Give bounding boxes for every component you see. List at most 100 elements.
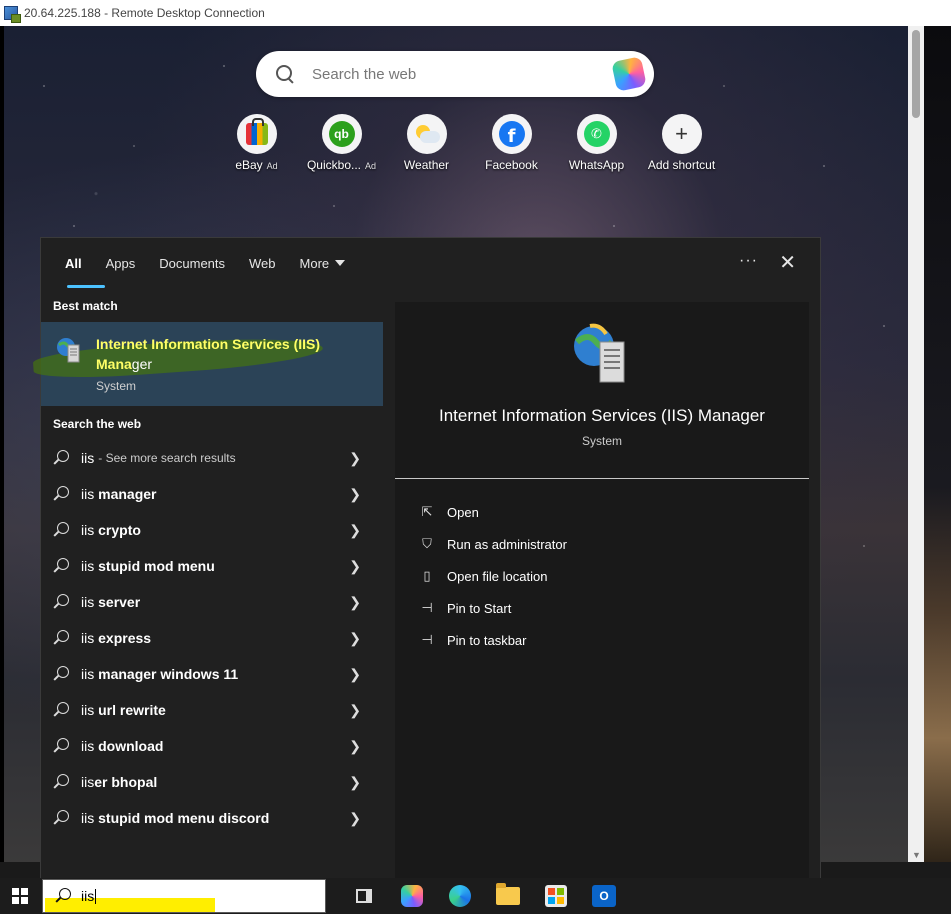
search-icon	[53, 630, 69, 646]
best-match-heading: Best match	[53, 299, 118, 313]
search-icon	[53, 774, 69, 790]
action-run-as-administrator[interactable]: ⛉ Run as administrator	[417, 528, 567, 560]
shortcut-facebook[interactable]: f Facebook	[469, 114, 554, 172]
store-button[interactable]	[532, 878, 580, 914]
search-icon	[53, 522, 69, 538]
web-results-list: iis - See more search results ❯ iis manager…	[41, 440, 383, 836]
search-icon	[53, 702, 69, 718]
search-icon	[53, 558, 69, 574]
window-title: 20.64.225.188 - Remote Desktop Connectio…	[24, 6, 265, 20]
shortcut-whatsapp[interactable]: ✆ WhatsApp	[554, 114, 639, 172]
preview-actions: ⇱ Open ⛉ Run as administrator ▯ Open file loc…	[417, 496, 567, 656]
web-result-item[interactable]: iis - See more search results ❯	[41, 440, 383, 476]
taskbar-search-field[interactable]: iis	[42, 879, 326, 913]
web-result-item[interactable]: iis manager ❯	[41, 476, 383, 512]
chevron-right-icon: ❯	[349, 630, 361, 646]
scrollbar-thumb[interactable]	[912, 30, 920, 118]
taskbar-apps: O	[340, 878, 628, 914]
iis-manager-large-icon	[574, 323, 625, 383]
web-result-item[interactable]: iis url rewrite ❯	[41, 692, 383, 728]
edge-button[interactable]	[436, 878, 484, 914]
tab-web[interactable]: Web	[237, 238, 288, 288]
open-icon: ⇱	[421, 504, 433, 520]
copilot-icon	[401, 885, 423, 907]
tab-apps[interactable]: Apps	[94, 238, 148, 288]
tab-all[interactable]: All	[53, 238, 105, 288]
best-match-type: System	[96, 379, 137, 393]
wallpaper-edge	[924, 26, 951, 864]
search-icon	[53, 594, 69, 610]
action-pin-to-taskbar[interactable]: ⊣ Pin to taskbar	[417, 624, 567, 656]
search-web-heading: Search the web	[53, 417, 142, 431]
tab-more[interactable]: More	[288, 238, 358, 288]
action-open-file-location[interactable]: ▯ Open file location	[417, 560, 567, 592]
start-search-panel: All Apps Documents Web More ··· ✕ Best m…	[32, 237, 821, 879]
pin-icon: ⊣	[421, 632, 433, 648]
action-pin-to-start[interactable]: ⊣ Pin to Start	[417, 592, 567, 624]
chevron-right-icon: ❯	[349, 450, 361, 466]
divider	[395, 478, 809, 479]
copilot-icon[interactable]	[611, 56, 647, 92]
shortcut-add[interactable]: + Add shortcut	[639, 114, 724, 172]
search-icon	[276, 65, 294, 83]
shortcut-weather[interactable]: Weather	[384, 114, 469, 172]
ebay-icon	[245, 118, 268, 145]
web-result-item[interactable]: iis stupid mod menu ❯	[41, 548, 383, 584]
tab-documents[interactable]: Documents	[147, 238, 237, 288]
quickbooks-icon: qb	[328, 121, 355, 147]
scroll-down-arrow-icon[interactable]: ▼	[912, 850, 921, 860]
taskbar-search-value[interactable]: iis	[81, 888, 94, 904]
file-location-icon: ▯	[423, 568, 431, 584]
shield-icon: ⛉	[422, 536, 432, 552]
web-search-box[interactable]: Search the web	[256, 51, 654, 97]
search-icon	[55, 888, 71, 904]
copilot-button[interactable]	[388, 878, 436, 914]
windows-icon	[12, 888, 28, 904]
web-result-item[interactable]: iis stupid mod menu discord ❯	[41, 800, 383, 836]
outlook-icon: O	[592, 885, 616, 907]
chevron-right-icon: ❯	[349, 774, 361, 790]
action-open[interactable]: ⇱ Open	[417, 496, 567, 528]
file-explorer-icon	[496, 883, 520, 905]
shortcut-quickbooks[interactable]: qb Quickbo... Ad	[299, 114, 384, 172]
chevron-right-icon: ❯	[349, 558, 361, 574]
chevron-down-icon	[335, 260, 346, 266]
facebook-icon: f	[498, 121, 525, 147]
start-button[interactable]	[0, 878, 40, 914]
chevron-right-icon: ❯	[349, 810, 361, 826]
chevron-right-icon: ❯	[349, 522, 361, 538]
outlook-button[interactable]: O	[580, 878, 628, 914]
plus-icon: +	[675, 121, 688, 146]
search-icon	[53, 810, 69, 826]
more-options-icon[interactable]: ···	[739, 252, 758, 270]
close-icon[interactable]: ✕	[779, 250, 796, 275]
shortcut-ebay[interactable]: eBay Ad	[214, 114, 299, 172]
web-result-item[interactable]: iis download ❯	[41, 728, 383, 764]
pin-icon: ⊣	[421, 600, 433, 616]
task-view-button[interactable]	[340, 878, 388, 914]
chevron-right-icon: ❯	[349, 666, 361, 682]
store-icon	[545, 885, 567, 907]
web-result-item[interactable]: iis manager windows 11 ❯	[41, 656, 383, 692]
best-match-item[interactable]: Internet Information Services (IIS) Mana…	[32, 322, 383, 406]
task-view-icon	[356, 889, 372, 903]
iis-manager-icon	[57, 338, 80, 363]
chevron-right-icon: ❯	[349, 702, 361, 718]
search-filter-tabs: All Apps Documents Web More ··· ✕	[41, 238, 820, 288]
web-result-item[interactable]: iis express ❯	[41, 620, 383, 656]
taskbar: iis O	[0, 878, 951, 914]
web-search-placeholder[interactable]: Search the web	[312, 66, 614, 83]
whatsapp-icon: ✆	[583, 121, 610, 147]
web-result-item[interactable]: iiser bhopal ❯	[41, 764, 383, 800]
chevron-right-icon: ❯	[349, 738, 361, 754]
preview-subtitle: System	[581, 434, 622, 448]
web-result-item[interactable]: iis crypto ❯	[41, 512, 383, 548]
file-explorer-button[interactable]	[484, 878, 532, 914]
search-icon	[53, 486, 69, 502]
web-result-item[interactable]: iis server ❯	[41, 584, 383, 620]
best-match-title: Internet Information Services (IIS) Mana…	[96, 336, 321, 372]
preview-pane: Internet Information Services (IIS) Mana…	[395, 302, 809, 879]
search-icon	[53, 738, 69, 754]
search-icon	[53, 666, 69, 682]
page-scrollbar[interactable]: ▼	[908, 26, 924, 864]
